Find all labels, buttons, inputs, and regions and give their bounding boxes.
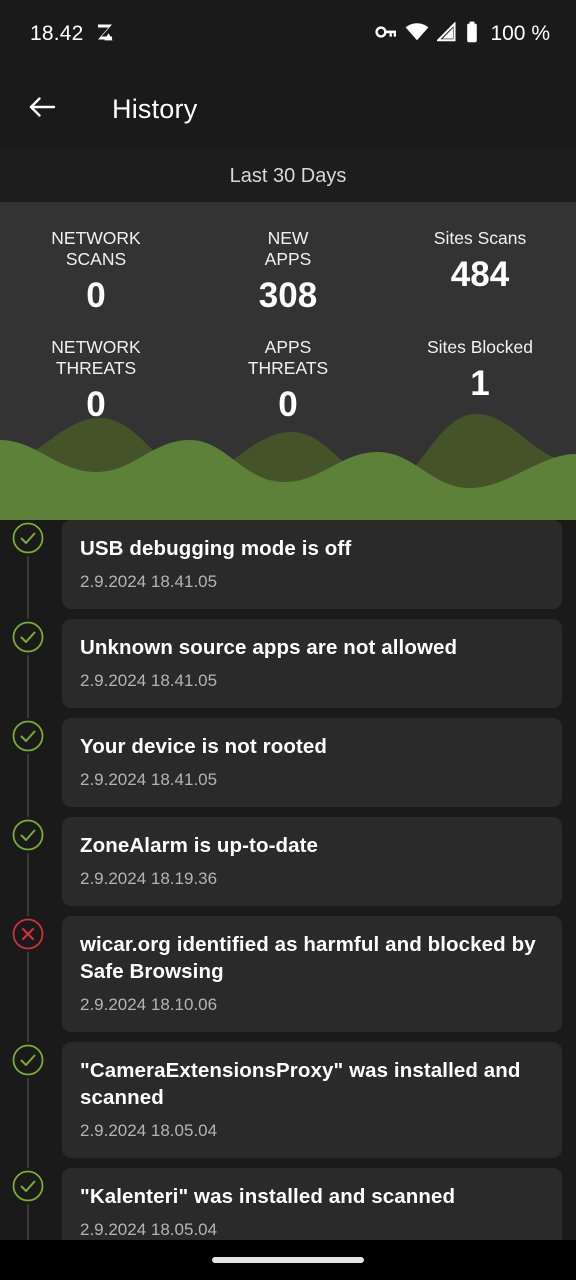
check-circle-icon — [10, 817, 46, 853]
event-card[interactable]: Your device is not rooted 2.9.2024 18.41… — [62, 718, 562, 807]
event-title: "CameraExtensionsProxy" was installed an… — [80, 1059, 521, 1109]
back-arrow-icon — [27, 92, 57, 127]
error-circle-icon — [10, 916, 46, 952]
wifi-icon — [405, 22, 429, 47]
event-card[interactable]: ZoneAlarm is up-to-date 2.9.2024 18.19.3… — [62, 817, 562, 906]
page-title: History — [112, 93, 198, 124]
stat-label: Sites Blocked — [426, 337, 534, 357]
event-timestamp: 2.9.2024 18.10.06 — [80, 995, 218, 1014]
list-item[interactable]: "CameraExtensionsProxy" was installed an… — [0, 1042, 576, 1158]
system-navigation-bar — [0, 1240, 576, 1280]
stat-value: 1 — [470, 364, 490, 403]
check-circle-icon — [10, 1042, 46, 1078]
stats-row-threats: NETWORK THREATS 0 APPS THREATS 0 Sites B… — [0, 331, 576, 427]
zonealarm-z-icon — [95, 22, 115, 47]
event-timestamp: 2.9.2024 18.41.05 — [80, 770, 218, 789]
status-bar-left: 18.42 — [30, 22, 115, 47]
stat-label: NETWORK SCANS — [51, 228, 141, 269]
event-timestamp: 2.9.2024 18.19.36 — [80, 869, 218, 888]
stat-value: 308 — [258, 276, 318, 315]
history-screen: 18.42 100 % History Last 30 Days NETWORK… — [0, 0, 576, 1280]
event-timestamp: 2.9.2024 18.05.04 — [80, 1121, 218, 1140]
event-title: wicar.org identified as harmful and bloc… — [80, 933, 536, 983]
event-card[interactable]: "CameraExtensionsProxy" was installed an… — [62, 1042, 562, 1158]
stat-value: 0 — [86, 276, 106, 315]
stat-label: Sites Scans — [433, 228, 527, 248]
stat-apps-threats: APPS THREATS 0 — [192, 331, 384, 427]
stat-network-scans: NETWORK SCANS 0 — [0, 222, 192, 318]
status-bar-right: 100 % — [375, 20, 550, 48]
stat-sites-scans: Sites Scans 484 — [384, 222, 576, 318]
stat-value: 0 — [278, 385, 298, 424]
vpn-key-icon — [375, 22, 397, 47]
stat-network-threats: NETWORK THREATS 0 — [0, 331, 192, 427]
period-selector[interactable]: Last 30 Days — [0, 150, 576, 202]
gesture-home-pill[interactable] — [212, 1257, 364, 1263]
list-item[interactable]: Your device is not rooted 2.9.2024 18.41… — [0, 718, 576, 807]
event-title: Unknown source apps are not allowed — [80, 636, 458, 659]
event-title: "Kalenteri" was installed and scanned — [80, 1185, 456, 1208]
event-card[interactable]: "Kalenteri" was installed and scanned 2.… — [62, 1168, 562, 1240]
list-item[interactable]: wicar.org identified as harmful and bloc… — [0, 916, 576, 1032]
list-item[interactable]: ZoneAlarm is up-to-date 2.9.2024 18.19.3… — [0, 817, 576, 906]
stats-panel: NETWORK SCANS 0 NEW APPS 308 Sites Scans… — [0, 202, 576, 520]
status-bar: 18.42 100 % — [0, 0, 576, 68]
stats-grid: NETWORK SCANS 0 NEW APPS 308 Sites Scans… — [0, 202, 576, 427]
stat-label: NEW APPS — [264, 228, 312, 269]
event-card[interactable]: Unknown source apps are not allowed 2.9.… — [62, 619, 562, 708]
history-event-list[interactable]: USB debugging mode is off 2.9.2024 18.41… — [0, 520, 576, 1240]
event-title: Your device is not rooted — [80, 735, 328, 758]
status-clock: 18.42 — [30, 22, 84, 45]
app-bar: History — [0, 68, 576, 150]
event-card[interactable]: USB debugging mode is off 2.9.2024 18.41… — [62, 520, 562, 609]
stat-value: 484 — [450, 255, 510, 294]
battery-percent-label: 100 % — [490, 22, 550, 45]
list-item[interactable]: "Kalenteri" was installed and scanned 2.… — [0, 1168, 576, 1240]
event-title: USB debugging mode is off — [80, 537, 352, 560]
stat-value: 0 — [86, 385, 106, 424]
stat-new-apps: NEW APPS 308 — [192, 222, 384, 318]
period-selector-label: Last 30 Days — [229, 164, 347, 187]
event-card[interactable]: wicar.org identified as harmful and bloc… — [62, 916, 562, 1032]
check-circle-icon — [10, 520, 46, 556]
event-title: ZoneAlarm is up-to-date — [80, 834, 319, 857]
cellular-signal-icon — [436, 20, 457, 47]
check-circle-icon — [10, 718, 46, 754]
event-timestamp: 2.9.2024 18.41.05 — [80, 671, 218, 690]
back-button[interactable] — [14, 81, 70, 137]
event-timestamp: 2.9.2024 18.05.04 — [80, 1220, 218, 1239]
list-item[interactable]: USB debugging mode is off 2.9.2024 18.41… — [0, 520, 576, 609]
check-circle-icon — [10, 619, 46, 655]
stat-label: NETWORK THREATS — [51, 337, 141, 378]
check-circle-icon — [10, 1168, 46, 1204]
stat-label: APPS THREATS — [247, 337, 329, 378]
stats-row-scans: NETWORK SCANS 0 NEW APPS 308 Sites Scans… — [0, 222, 576, 318]
event-timestamp: 2.9.2024 18.41.05 — [80, 572, 218, 591]
stat-sites-blocked: Sites Blocked 1 — [384, 331, 576, 427]
list-item[interactable]: Unknown source apps are not allowed 2.9.… — [0, 619, 576, 708]
battery-full-icon — [465, 21, 479, 48]
